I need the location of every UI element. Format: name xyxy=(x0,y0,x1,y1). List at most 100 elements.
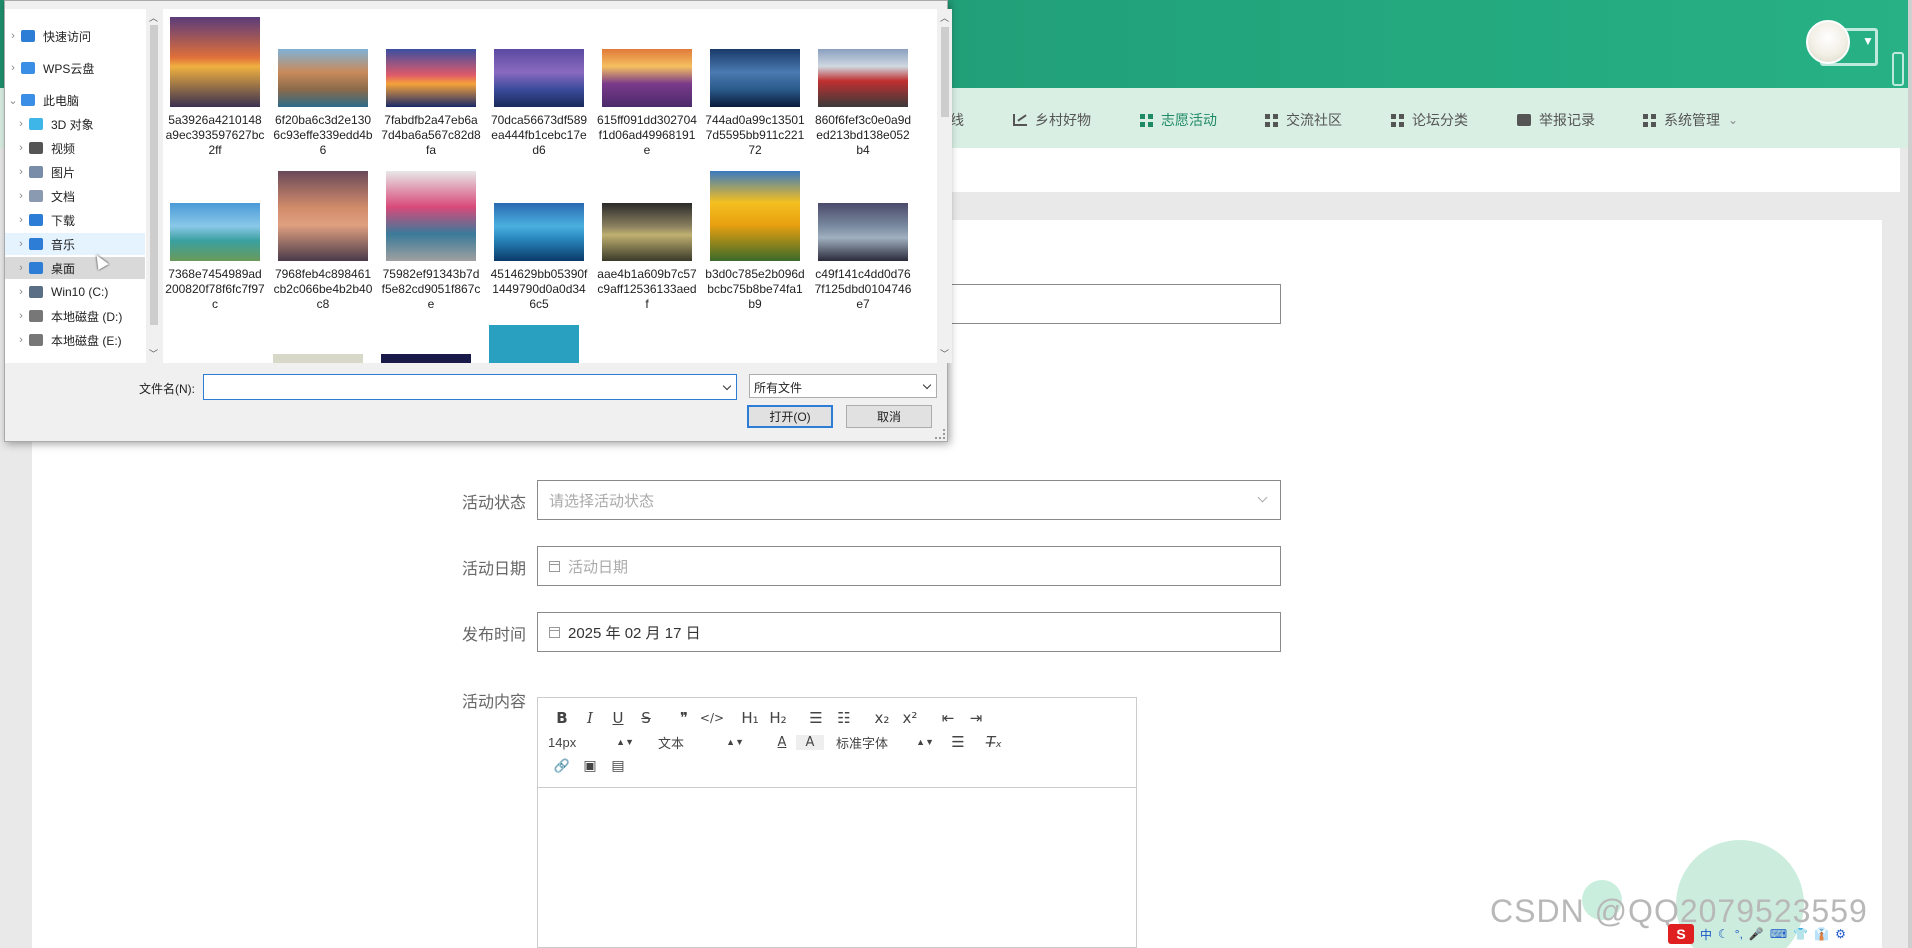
tree-item-download[interactable]: › 下载 xyxy=(5,209,145,231)
chevron-right-icon[interactable]: › xyxy=(13,142,29,154)
scroll-up-icon[interactable]: ︿ xyxy=(146,11,161,24)
image-thumbnail[interactable] xyxy=(273,354,363,363)
tree-item-drive[interactable]: › Win10 (C:) xyxy=(5,281,145,303)
outdent-button[interactable]: ⇤ xyxy=(934,709,962,727)
tree-item-picture[interactable]: › 图片 xyxy=(5,161,145,183)
date-input[interactable]: 活动日期 xyxy=(537,546,1281,586)
file-item[interactable]: 6f20ba6c3d2e1306c93effe339edd4b6 xyxy=(273,17,373,158)
resize-grip[interactable] xyxy=(935,429,945,439)
tree-scrollbar[interactable]: ︿ ﹀ xyxy=(146,9,161,363)
tree-scroll-thumb[interactable] xyxy=(150,25,158,325)
h1-button[interactable]: H₁ xyxy=(736,709,764,727)
tree-item-cloud[interactable]: › WPS云盘 xyxy=(5,57,145,79)
text-type-select[interactable]: 文本 ▲▼ xyxy=(658,733,744,752)
file-item[interactable]: 4514629bb05390f1449790d0a0d346c5 xyxy=(489,171,589,312)
chevron-down-icon[interactable] xyxy=(722,381,732,391)
tree-item-cube[interactable]: › 3D 对象 xyxy=(5,113,145,135)
chevron-right-icon[interactable]: › xyxy=(5,62,21,74)
file-item[interactable]: 7fabdfb2a47eb6a7d4ba6a567c82d8fa xyxy=(381,17,481,158)
nav-item-reports[interactable]: 举报记录 xyxy=(1517,110,1595,130)
nav-item-rural-goods[interactable]: 乡村好物 xyxy=(1013,110,1091,130)
font-family-select[interactable]: 标准字体 ▲▼ xyxy=(836,733,934,752)
chevron-right-icon[interactable]: › xyxy=(13,118,29,130)
file-item[interactable]: 744ad0a99c135017d5595bb911c22172 xyxy=(705,17,805,158)
file-item[interactable]: 860f6fef3c0e0a9ded213bd138e052b4 xyxy=(813,17,913,158)
chevron-right-icon[interactable]: › xyxy=(13,334,29,346)
image-button[interactable]: ▣ xyxy=(576,758,604,774)
nav-item-community[interactable]: 交流社区 xyxy=(1265,110,1342,130)
strike-button[interactable]: S xyxy=(632,709,660,727)
chevron-right-icon[interactable]: › xyxy=(13,190,29,202)
bullet-list-button[interactable]: ☷ xyxy=(830,709,858,727)
file-item[interactable]: 75982ef91343b7df5e82cd9051f867ce xyxy=(381,171,481,312)
tree-item-computer[interactable]: ⌄ 此电脑 xyxy=(5,89,145,111)
chevron-down-icon[interactable]: ⌄ xyxy=(5,94,21,107)
chevron-right-icon[interactable]: › xyxy=(13,238,29,250)
shirt-icon[interactable]: 👔 xyxy=(1814,927,1829,941)
tree-item-drive[interactable]: › 本地磁盘 (E:) xyxy=(5,329,145,351)
blockquote-button[interactable]: ❞ xyxy=(670,709,698,727)
tree-item-desktop[interactable]: › 桌面 xyxy=(5,257,145,279)
code-button[interactable]: </> xyxy=(698,711,726,725)
files-scroll-thumb[interactable] xyxy=(941,27,949,117)
image-thumbnail[interactable] xyxy=(381,354,471,363)
filename-input[interactable] xyxy=(203,374,737,400)
settings-icon[interactable]: ⚙ xyxy=(1835,927,1846,941)
file-item[interactable]: 5a3926a4210148a9ec393597627bc2ff xyxy=(165,17,265,158)
file-item[interactable]: 7968feb4c898461cb2c066be4b2b40c8 xyxy=(273,171,373,312)
italic-button[interactable]: I xyxy=(576,709,604,727)
publish-date-input[interactable]: 2025 年 02 月 17 日 xyxy=(537,612,1281,652)
chevron-right-icon[interactable]: › xyxy=(13,286,29,298)
align-button[interactable]: ☰ xyxy=(944,733,972,751)
tree-item-video[interactable]: › 视频 xyxy=(5,137,145,159)
file-item[interactable]: b3d0c785e2b096dbcbc75b8be74fa1b9 xyxy=(705,171,805,312)
files-scrollbar[interactable]: ︿ ﹀ xyxy=(937,9,952,363)
filetype-select[interactable]: 所有文件 xyxy=(749,374,937,398)
scroll-down-icon[interactable]: ﹀ xyxy=(937,347,952,360)
cancel-button[interactable]: 取消 xyxy=(846,405,932,428)
underline-button[interactable]: U xyxy=(604,709,632,727)
ime-item[interactable]: 中 xyxy=(1700,926,1712,943)
h2-button[interactable]: H₂ xyxy=(764,709,792,727)
moon-icon[interactable]: ☾ xyxy=(1718,927,1729,941)
scroll-up-icon[interactable]: ︿ xyxy=(937,11,952,24)
tree-item-star[interactable]: › 快速访问 xyxy=(5,25,145,47)
clear-format-button[interactable]: T̶ₓ xyxy=(980,733,1008,751)
scroll-down-icon[interactable]: ﹀ xyxy=(146,347,161,360)
ime-toolbar[interactable]: S 中 ☾ °, 🎤 ⌨ 👕 👔 ⚙ xyxy=(1668,922,1846,946)
punctuation-icon[interactable]: °, xyxy=(1735,927,1743,941)
file-item[interactable]: 7368e7454989ad200820f78f6fc7f97c xyxy=(165,171,265,312)
nav-item-volunteer[interactable]: 志愿活动 xyxy=(1140,110,1217,130)
rich-text-editor[interactable]: B I U S ❞ </> H₁ H₂ ☰ ☷ x₂ x² ⇤ ⇥ 14px ▲▼… xyxy=(537,697,1137,948)
tree-item-document[interactable]: › 文档 xyxy=(5,185,145,207)
tree-item-drive[interactable]: › 本地磁盘 (D:) xyxy=(5,305,145,327)
file-grid[interactable]: 5a3926a4210148a9ec393597627bc2ff 6f20ba6c… xyxy=(163,9,939,363)
file-item[interactable]: c49f141c4dd0d767f125dbd0104746e7 xyxy=(813,171,913,312)
image-thumbnail[interactable] xyxy=(489,325,579,363)
ordered-list-button[interactable]: ☰ xyxy=(802,709,830,727)
avatar[interactable] xyxy=(1806,20,1850,64)
link-button[interactable]: 🔗 xyxy=(548,759,576,774)
chevron-right-icon[interactable]: › xyxy=(5,30,21,42)
open-button[interactable]: 打开(O) xyxy=(747,405,833,428)
sogou-logo-icon[interactable]: S xyxy=(1668,924,1694,944)
chevron-right-icon[interactable]: › xyxy=(13,214,29,226)
skin-icon[interactable]: 👕 xyxy=(1793,927,1808,941)
chevron-right-icon[interactable]: › xyxy=(13,166,29,178)
nav-item-forum-category[interactable]: 论坛分类 xyxy=(1391,110,1468,130)
chevron-right-icon[interactable]: › xyxy=(13,310,29,322)
nav-item-system[interactable]: 系统管理 ⌄ xyxy=(1643,110,1738,130)
nav-item-partial[interactable]: 线 xyxy=(950,110,964,130)
indent-button[interactable]: ⇥ xyxy=(962,709,990,727)
file-item[interactable]: aae4b1a609b7c57c9aff12536133aedf xyxy=(597,171,697,312)
font-color-button[interactable]: A xyxy=(768,735,796,750)
chevron-right-icon[interactable]: › xyxy=(13,262,29,274)
caret-down-icon[interactable]: ▼ xyxy=(1862,34,1874,48)
font-size-select[interactable]: 14px ▲▼ xyxy=(548,735,634,750)
video-button[interactable]: ▤ xyxy=(604,758,632,774)
mic-icon[interactable]: 🎤 xyxy=(1749,927,1764,941)
folder-tree[interactable]: › 快速访问 › WPS云盘 ⌄ 此电脑 › 3D 对象 › 视频 › 图片 › 文档 › 下载 › 音乐 › 桌面 ›… xyxy=(5,9,161,363)
side-tab-icon[interactable] xyxy=(1892,52,1904,86)
subscript-button[interactable]: x₂ xyxy=(868,709,896,727)
bold-button[interactable]: B xyxy=(548,709,576,727)
